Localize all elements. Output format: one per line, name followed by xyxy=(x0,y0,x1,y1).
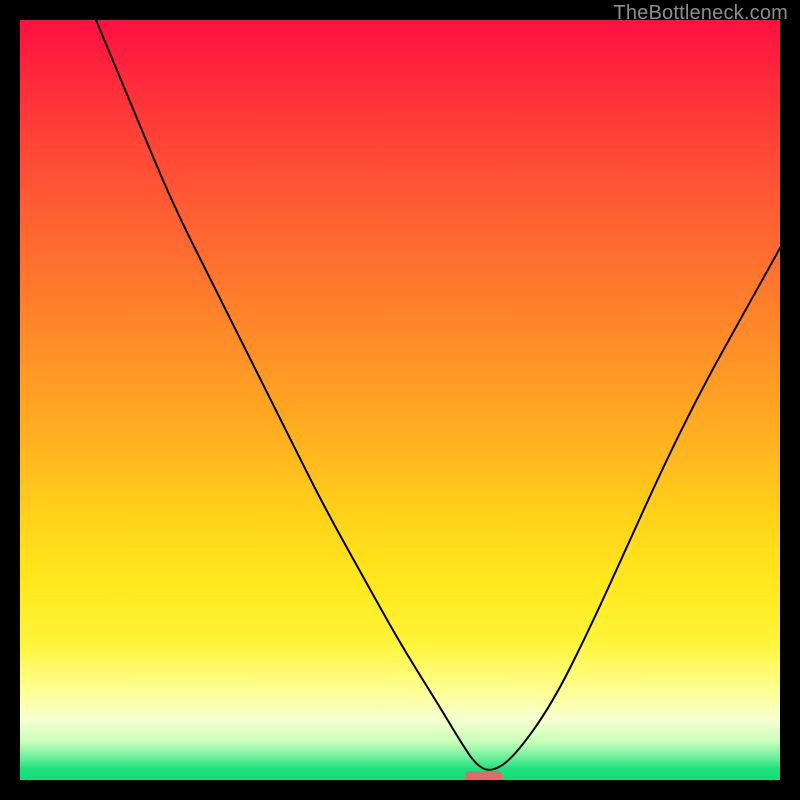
watermark-text: TheBottleneck.com xyxy=(613,2,788,25)
plot-svg xyxy=(20,20,780,780)
bottleneck-curve xyxy=(96,20,780,770)
min-marker xyxy=(465,771,503,780)
plot-area xyxy=(20,20,780,780)
chart-frame: TheBottleneck.com xyxy=(0,0,800,800)
